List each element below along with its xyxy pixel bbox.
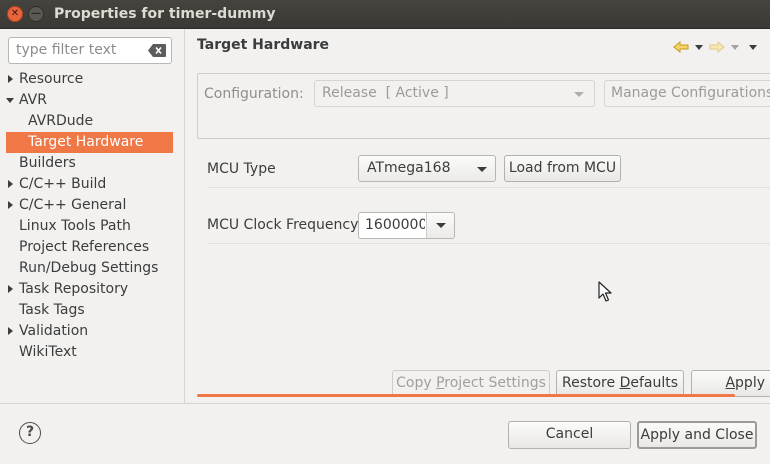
forward-menu-chevron-icon[interactable] bbox=[730, 39, 740, 55]
chevron-down-icon[interactable] bbox=[426, 213, 454, 238]
sidebar-item-label: Task Tags bbox=[19, 302, 85, 318]
window-title: Properties for timer-dummy bbox=[54, 6, 276, 22]
restore-defaults-button[interactable]: Restore Defaults bbox=[556, 370, 684, 397]
sidebar-item-c-c-general[interactable]: C/C++ General bbox=[6, 195, 173, 216]
manage-configurations-label: Manage Configurations... bbox=[611, 85, 770, 101]
forward-arrow-icon[interactable] bbox=[708, 39, 726, 55]
sidebar-item-label: Resource bbox=[19, 71, 84, 87]
dialog-footer: ? Cancel Apply and Close bbox=[0, 403, 770, 464]
restore-defaults-label-pre: Restore bbox=[561, 375, 620, 391]
sidebar-item-validation[interactable]: Validation bbox=[6, 321, 173, 342]
sidebar-item-task-repository[interactable]: Task Repository bbox=[6, 279, 173, 300]
load-from-mcu-button[interactable]: Load from MCU bbox=[504, 155, 621, 182]
sidebar: type filter text Resource AVR AVRDude Targe… bbox=[0, 29, 185, 403]
expand-arrow-right-icon[interactable] bbox=[8, 180, 13, 188]
sidebar-item-linux-tools-path[interactable]: Linux Tools Path bbox=[6, 216, 173, 237]
apply-button[interactable]: Apply bbox=[691, 370, 770, 397]
sidebar-item-label: Target Hardware bbox=[28, 134, 144, 150]
close-window-button[interactable]: ✕ bbox=[7, 6, 23, 22]
sidebar-item-label: AVR bbox=[19, 92, 47, 108]
mcu-clock-combo[interactable]: 16000000 bbox=[358, 212, 455, 239]
configuration-group: Configuration: Release [ Active ] Manage… bbox=[197, 73, 770, 139]
back-arrow-icon[interactable] bbox=[672, 39, 690, 55]
filter-input[interactable]: type filter text bbox=[8, 37, 172, 64]
apply-label-post: pply bbox=[735, 375, 765, 391]
sidebar-item-label: Run/Debug Settings bbox=[19, 260, 159, 276]
history-navigation bbox=[672, 39, 758, 55]
chevron-down-icon bbox=[574, 92, 584, 97]
expand-arrow-right-icon[interactable] bbox=[8, 285, 13, 293]
configuration-select: Release [ Active ] bbox=[314, 80, 595, 107]
sidebar-item-c-c-build[interactable]: C/C++ Build bbox=[6, 174, 173, 195]
sidebar-item-resource[interactable]: Resource bbox=[6, 69, 173, 90]
property-page: Target Hardware Configuration: Release [… bbox=[186, 29, 770, 403]
back-menu-chevron-icon[interactable] bbox=[694, 39, 704, 55]
minimize-window-button[interactable]: — bbox=[28, 6, 44, 22]
sidebar-item-label: WikiText bbox=[19, 344, 77, 360]
configuration-label: Configuration: bbox=[204, 86, 304, 102]
focus-underline bbox=[197, 394, 735, 397]
mcu-type-label: MCU Type bbox=[207, 161, 276, 177]
chevron-down-icon bbox=[477, 167, 487, 172]
property-tree: Resource AVR AVRDude Target Hardware Builder… bbox=[6, 69, 173, 363]
sidebar-item-avr[interactable]: AVR bbox=[6, 90, 173, 111]
sidebar-item-avrdude[interactable]: AVRDude bbox=[6, 111, 173, 132]
mcu-type-value: ATmega168 bbox=[367, 160, 451, 176]
sidebar-item-label: Linux Tools Path bbox=[19, 218, 131, 234]
mcu-clock-label: MCU Clock Frequency bbox=[207, 217, 359, 233]
help-icon[interactable]: ? bbox=[19, 422, 41, 444]
apply-and-close-button[interactable]: Apply and Close bbox=[637, 421, 757, 449]
sidebar-item-label: Project References bbox=[19, 239, 150, 255]
expand-arrow-right-icon[interactable] bbox=[8, 201, 13, 209]
apply-mnemonic: A bbox=[725, 375, 736, 391]
sidebar-item-wikitext[interactable]: WikiText bbox=[6, 342, 173, 363]
clear-filter-icon[interactable] bbox=[148, 44, 166, 57]
restore-defaults-label-post: efaults bbox=[630, 375, 679, 391]
copy-settings-label-pre: Copy bbox=[396, 375, 437, 391]
expand-arrow-down-icon[interactable] bbox=[6, 98, 14, 103]
expand-arrow-right-icon[interactable] bbox=[8, 75, 13, 83]
title-bar: ✕ — Properties for timer-dummy bbox=[0, 0, 770, 29]
mouse-pointer-icon bbox=[598, 281, 612, 302]
sidebar-item-label: Validation bbox=[19, 323, 89, 339]
expand-arrow-right-icon[interactable] bbox=[8, 327, 13, 335]
sidebar-item-label: Task Repository bbox=[19, 281, 129, 297]
sidebar-item-target-hardware[interactable]: Target Hardware bbox=[6, 132, 173, 153]
sidebar-item-builders[interactable]: Builders bbox=[6, 153, 173, 174]
restore-defaults-mnemonic: D bbox=[619, 375, 631, 391]
sidebar-item-label: AVRDude bbox=[28, 113, 94, 129]
separator bbox=[207, 243, 770, 244]
sidebar-item-label: Builders bbox=[19, 155, 76, 171]
page-title: Target Hardware bbox=[197, 37, 330, 53]
sidebar-item-run-debug-settings[interactable]: Run/Debug Settings bbox=[6, 258, 173, 279]
copy-settings-label-post: roject Settings bbox=[444, 375, 546, 391]
copy-project-settings-button: Copy Project Settings bbox=[392, 370, 550, 397]
configuration-value: Release [ Active ] bbox=[322, 85, 449, 101]
sidebar-item-label: C/C++ Build bbox=[19, 176, 107, 192]
filter-placeholder: type filter text bbox=[16, 42, 117, 58]
separator bbox=[207, 187, 770, 188]
sidebar-item-task-tags[interactable]: Task Tags bbox=[6, 300, 173, 321]
sidebar-item-label: C/C++ General bbox=[19, 197, 127, 213]
mcu-type-select[interactable]: ATmega168 bbox=[358, 155, 496, 182]
manage-configurations-button: Manage Configurations... bbox=[604, 80, 770, 107]
sidebar-item-project-references[interactable]: Project References bbox=[6, 237, 173, 258]
mcu-clock-value: 16000000 bbox=[365, 217, 425, 233]
view-menu-chevron-icon[interactable] bbox=[748, 39, 758, 55]
cancel-button[interactable]: Cancel bbox=[508, 421, 631, 449]
